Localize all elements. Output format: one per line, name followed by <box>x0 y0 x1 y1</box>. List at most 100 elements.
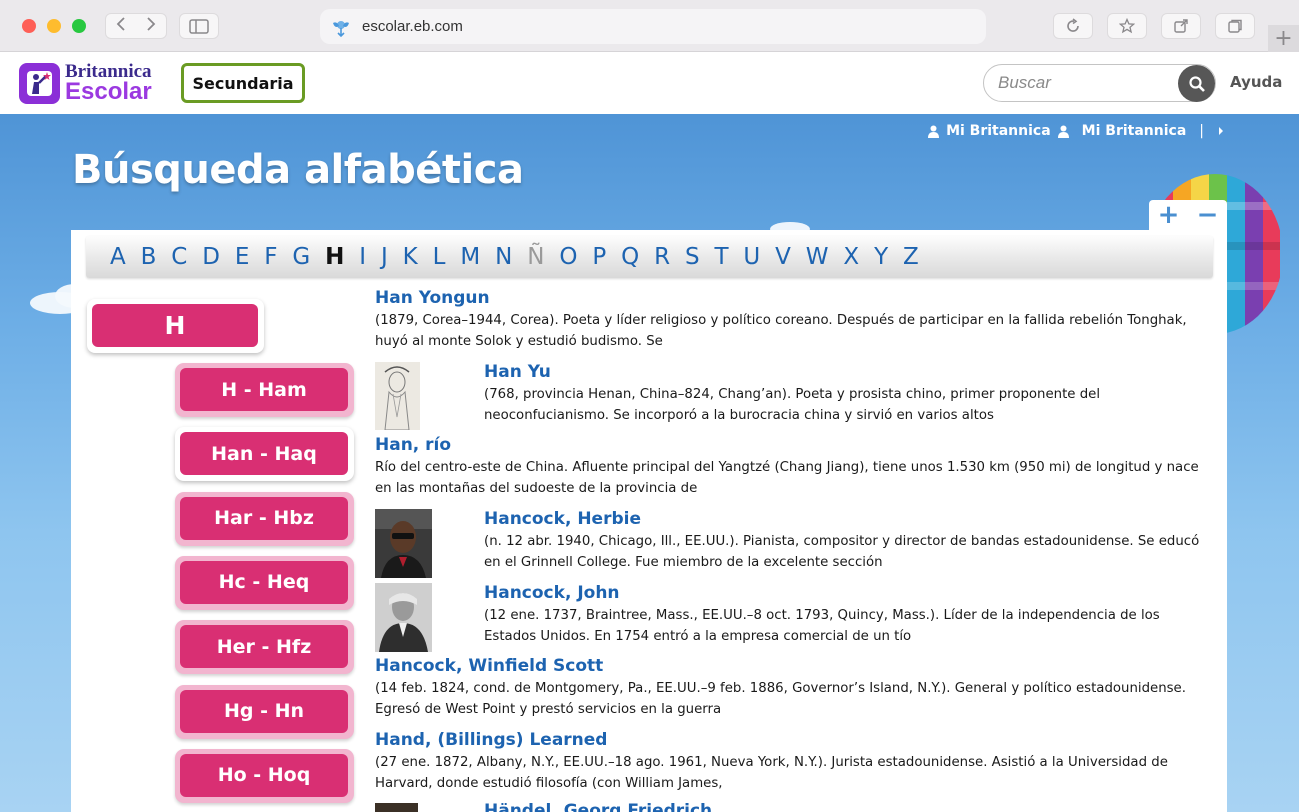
range-button[interactable]: Ho - Hoq <box>175 748 354 803</box>
entry-title-link[interactable]: Hancock, John <box>484 582 1207 604</box>
close-window-button[interactable] <box>22 19 36 33</box>
alphabet-letter-f[interactable]: F <box>264 245 277 269</box>
entry-item: Hancock, Herbie (n. 12 abr. 1940, Chicago… <box>484 508 1207 573</box>
entry-title-link[interactable]: Han, río <box>375 434 1207 456</box>
entry-title-link[interactable]: Händel, Georg Friedrich <box>484 800 1207 812</box>
range-button[interactable]: Hg - Hn <box>175 684 354 739</box>
entry-item: Hancock, Winfield Scott (14 feb. 1824, co… <box>375 655 1207 720</box>
entry-item: Hancock, John (12 ene. 1737, Braintree, M… <box>484 582 1207 647</box>
range-main-label: H <box>92 304 258 347</box>
maximize-window-button[interactable] <box>72 19 86 33</box>
alphabet-letter-r[interactable]: R <box>654 245 670 269</box>
britannica-escolar-logo[interactable]: Britannica Escolar <box>19 62 152 104</box>
logo-badge-icon <box>19 62 60 104</box>
entry-item: Han Yongun (1879, Corea–1944, Corea). Poe… <box>375 287 1207 352</box>
alphabet-letter-s[interactable]: S <box>685 245 700 269</box>
alphabet-letter-u[interactable]: U <box>743 245 760 269</box>
user-icon <box>1057 125 1069 138</box>
entry-description: (n. 12 abr. 1940, Chicago, Ill., EE.UU.)… <box>484 534 1200 570</box>
alphabet-letter-b[interactable]: B <box>141 245 157 269</box>
range-button[interactable]: Har - Hbz <box>175 491 354 546</box>
browser-toolbar: escolar.eb.com + <box>0 0 1299 52</box>
zoom-out-button[interactable]: − <box>1197 202 1219 228</box>
search-button[interactable] <box>1178 65 1215 102</box>
alphabet-letter-w[interactable]: W <box>806 245 829 269</box>
site-header: Britannica Escolar Secundaria Ayuda <box>0 52 1299 114</box>
alphabet-letter-y[interactable]: Y <box>874 245 888 269</box>
range-button-label: Her - Hfz <box>180 625 348 669</box>
forward-icon[interactable] <box>136 17 166 35</box>
alphabet-letter-g[interactable]: G <box>292 245 310 269</box>
page-title: Búsqueda alfabética <box>72 147 524 193</box>
sidebar-toggle-button[interactable] <box>179 13 219 39</box>
mi-britannica-link[interactable]: Mi Britannica <box>1082 123 1187 139</box>
alphabet-letter-a[interactable]: A <box>110 245 126 269</box>
reload-button[interactable] <box>1053 13 1093 39</box>
minimize-window-button[interactable] <box>47 19 61 33</box>
entry-title-link[interactable]: Hancock, Herbie <box>484 508 1207 530</box>
range-button-label: Han - Haq <box>180 432 348 476</box>
alphabet-letter-o[interactable]: O <box>559 245 577 269</box>
range-button-label: Hc - Heq <box>180 560 348 604</box>
search-icon <box>1188 75 1205 92</box>
entry-item: Händel, Georg Friedrich <box>484 800 1207 812</box>
share-button[interactable] <box>1161 13 1201 39</box>
alphabet-letter-d[interactable]: D <box>202 245 220 269</box>
range-button[interactable]: Hc - Heq <box>175 555 354 610</box>
alphabet-letter-m[interactable]: M <box>460 245 480 269</box>
alphabet-letter-l[interactable]: L <box>433 245 446 269</box>
zoom-controls: + − <box>1149 200 1227 230</box>
level-selector-button[interactable]: Secundaria <box>181 63 305 103</box>
entry-item: Han, río Río del centro-este de China. Af… <box>375 434 1207 499</box>
alphabet-letter-z[interactable]: Z <box>903 245 919 269</box>
tabs-overview-button[interactable] <box>1215 13 1255 39</box>
range-button-label: Ho - Hoq <box>180 753 348 797</box>
search-input[interactable] <box>998 71 1168 95</box>
han-yu-portrait-image[interactable] <box>375 362 420 430</box>
entry-title-link[interactable]: Hancock, Winfield Scott <box>375 655 1207 677</box>
alphabet-letter-i[interactable]: I <box>359 245 366 269</box>
new-tab-button[interactable]: + <box>1268 25 1299 52</box>
user-icon <box>928 125 940 138</box>
address-bar[interactable]: escolar.eb.com <box>320 9 986 44</box>
range-main-button[interactable]: H <box>87 299 264 353</box>
herbie-hancock-photo-image[interactable] <box>375 509 432 578</box>
alphabet-letter-h[interactable]: H <box>325 245 344 269</box>
zoom-in-button[interactable]: + <box>1158 202 1180 228</box>
tabs-icon <box>1228 19 1242 33</box>
john-hancock-engraving-image[interactable] <box>375 583 432 652</box>
entry-title-link[interactable]: Han Yongun <box>375 287 1207 309</box>
range-button-label: Har - Hbz <box>180 496 348 540</box>
alphabet-letter-x[interactable]: X <box>843 245 859 269</box>
alphabet-letter-c[interactable]: C <box>171 245 187 269</box>
handel-portrait-image[interactable] <box>375 803 418 812</box>
alphabet-letter-j[interactable]: J <box>381 245 388 269</box>
alphabet-letter-t[interactable]: T <box>714 245 728 269</box>
alphabet-letter-v[interactable]: V <box>775 245 791 269</box>
back-icon[interactable] <box>106 17 136 35</box>
alphabet-bar: ABCDEFGHIJKLMNÑOPQRSTUVWXYZ <box>86 236 1213 278</box>
star-icon <box>1119 18 1135 34</box>
caret-right-icon[interactable] <box>1217 126 1225 136</box>
alphabet-letter-ñ: Ñ <box>527 243 545 270</box>
url-text: escolar.eb.com <box>362 18 463 35</box>
range-button[interactable]: Her - Hfz <box>175 620 354 675</box>
alphabet-letter-q[interactable]: Q <box>621 245 639 269</box>
alphabet-letter-k[interactable]: K <box>403 245 418 269</box>
entry-title-link[interactable]: Hand, (Billings) Learned <box>375 729 1207 751</box>
range-button[interactable]: H - Ham <box>175 363 354 417</box>
entry-description: (1879, Corea–1944, Corea). Poeta y líder… <box>375 313 1187 349</box>
alphabet-letter-p[interactable]: P <box>592 245 606 269</box>
range-button[interactable]: Han - Haq <box>175 427 354 482</box>
help-link[interactable]: Ayuda <box>1230 73 1282 91</box>
bookmark-button[interactable] <box>1107 13 1147 39</box>
entry-description: (27 ene. 1872, Albany, N.Y., EE.UU.–18 a… <box>375 755 1168 791</box>
history-nav <box>105 13 167 39</box>
entry-description: (14 feb. 1824, cond. de Montgomery, Pa.,… <box>375 681 1186 717</box>
alphabet-letter-n[interactable]: N <box>495 245 512 269</box>
mi-britannica-link[interactable]: Mi Britannica <box>946 123 1051 139</box>
entry-item: Han Yu (768, provincia Henan, China–824, … <box>484 361 1207 426</box>
entry-title-link[interactable]: Han Yu <box>484 361 1207 383</box>
entry-item: Hand, (Billings) Learned (27 ene. 1872, A… <box>375 729 1207 794</box>
alphabet-letter-e[interactable]: E <box>235 245 250 269</box>
